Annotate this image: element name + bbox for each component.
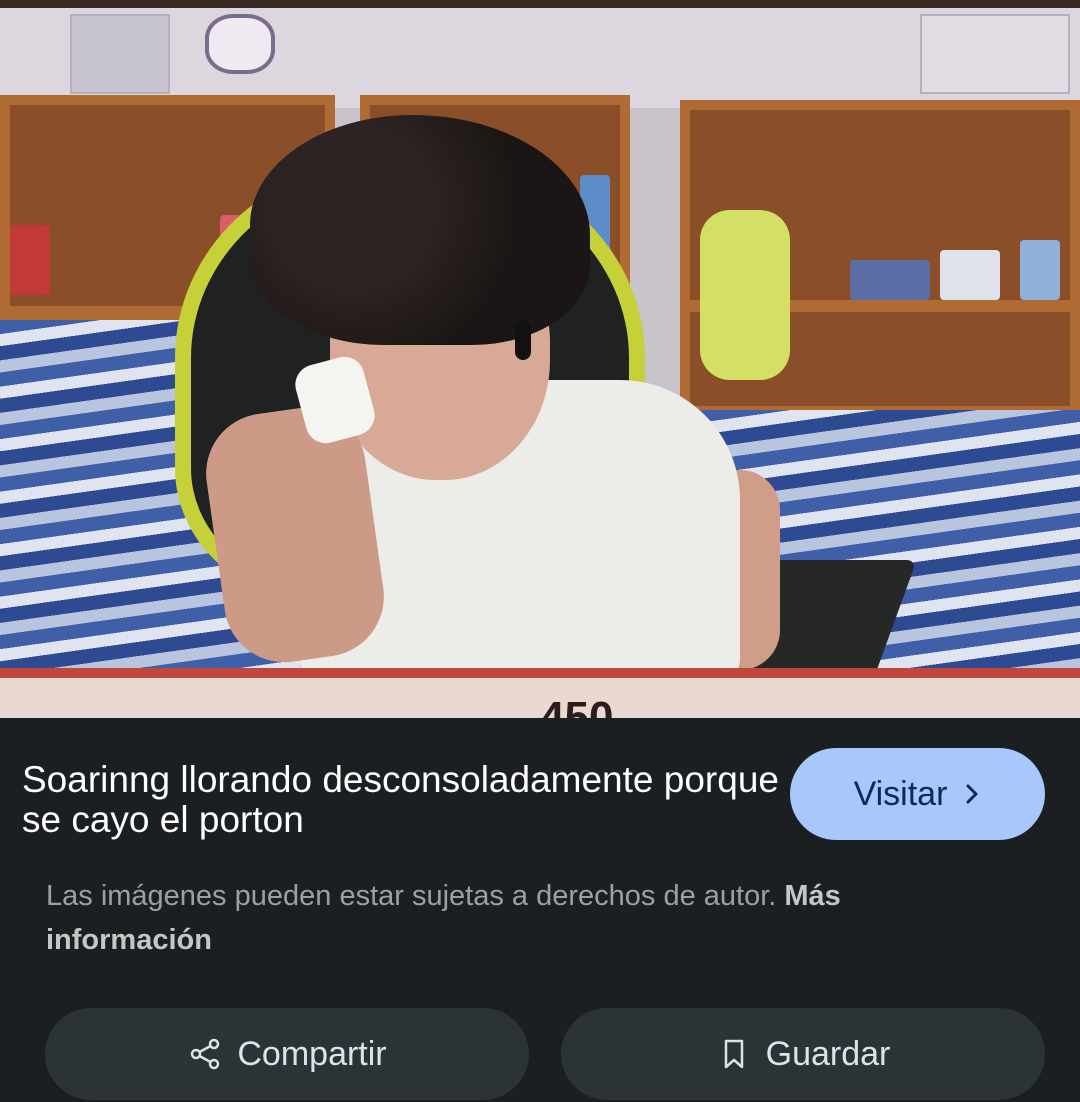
result-title: Soarinng llorando desconsoladamente porq… [22, 759, 779, 840]
stream-overlay-number: 450 [540, 693, 614, 718]
result-info-panel: Soarinng llorando desconsoladamente porq… [0, 718, 1080, 1102]
shelf-item [1020, 240, 1060, 300]
stream-overlay-bar [0, 668, 1080, 678]
plush-toy [700, 210, 790, 380]
copyright-text: Las imágenes pueden estar sujetas a dere… [46, 880, 777, 912]
result-image[interactable]: 450 [0, 0, 1080, 718]
save-button[interactable]: Guardar [561, 1008, 1045, 1100]
shelf-item [850, 260, 930, 300]
chevron-right-icon [966, 784, 978, 804]
image-result-screen: 450 Soarinng llorando desconsoladamente … [0, 0, 1080, 1102]
image-top-strip [0, 0, 1080, 8]
visit-button[interactable]: Visitar [790, 748, 1045, 840]
share-button[interactable]: Compartir [45, 1008, 529, 1100]
bookshelf-right [680, 100, 1080, 420]
wall-poster [920, 14, 1070, 94]
earbud [515, 320, 531, 360]
wall-poster [70, 14, 170, 94]
share-button-label: Compartir [237, 1034, 387, 1073]
save-button-label: Guardar [765, 1034, 891, 1073]
visit-button-label: Visitar [853, 774, 948, 813]
share-icon [191, 1038, 220, 1070]
copyright-notice: Las imágenes pueden estar sujetas a dere… [46, 874, 1006, 962]
wall-drawing [205, 14, 275, 74]
bookmark-icon [724, 1039, 743, 1069]
shelf-item [10, 225, 50, 295]
shelf-item [940, 250, 1000, 300]
